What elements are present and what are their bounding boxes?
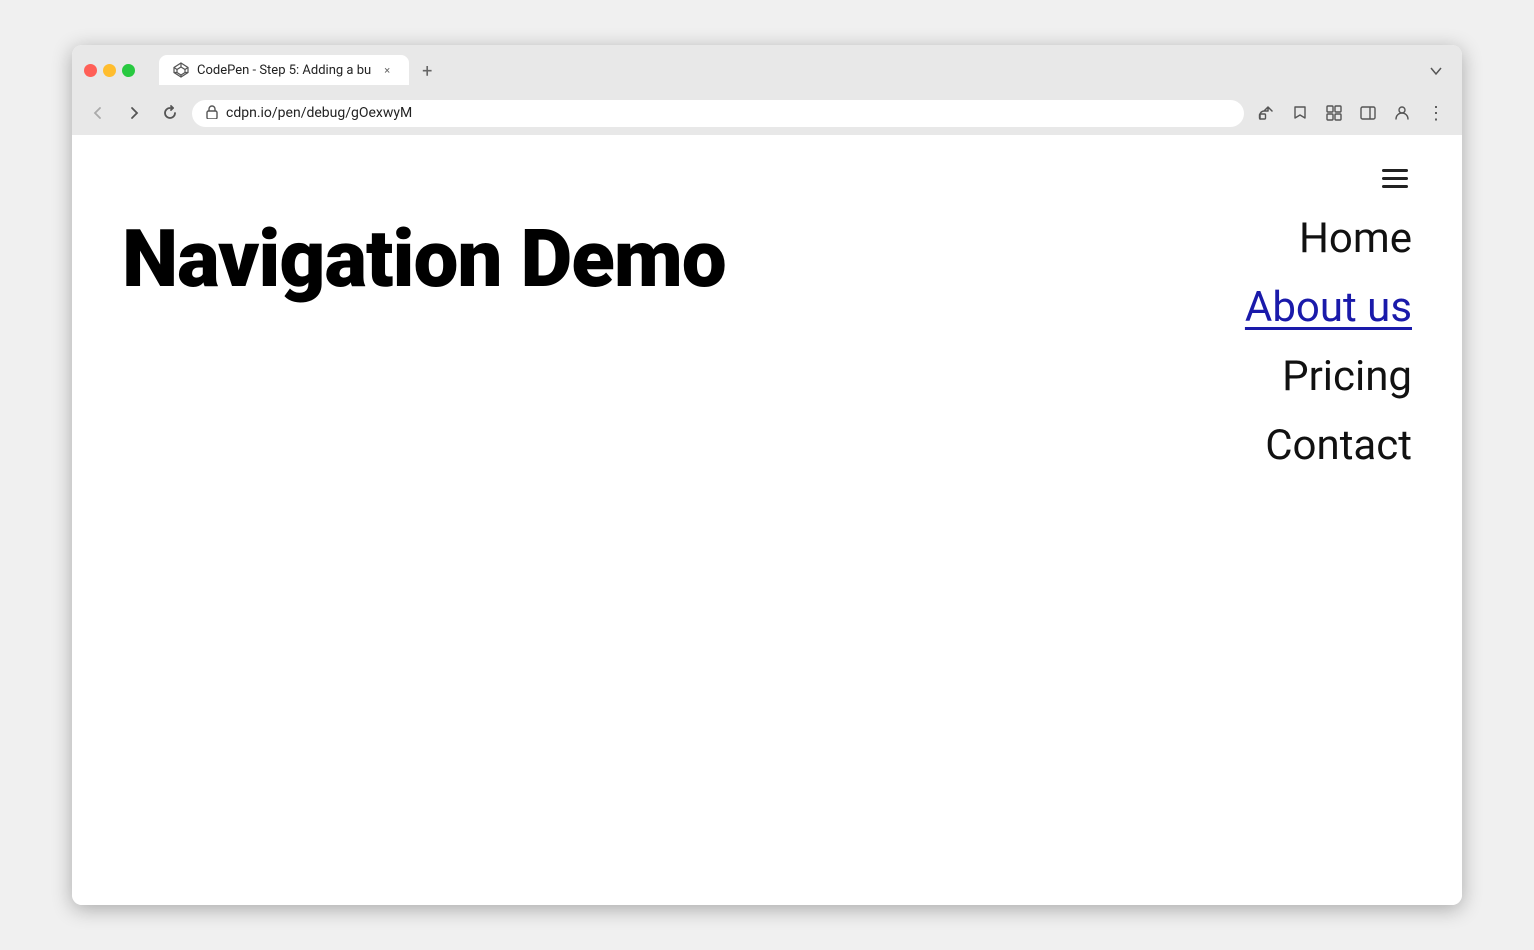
address-bar[interactable]: cdpn.io/pen/debug/gOexwyM (192, 100, 1244, 127)
nav-link-about[interactable]: About us (1245, 273, 1412, 342)
nav-link-home[interactable]: Home (1299, 204, 1412, 273)
tab-close-button[interactable]: × (379, 62, 395, 78)
bookmark-button[interactable] (1286, 99, 1314, 127)
traffic-light-red[interactable] (84, 64, 97, 77)
hamburger-button[interactable] (1378, 165, 1412, 192)
title-bar: CodePen - Step 5: Adding a bu × + (72, 45, 1462, 93)
more-button[interactable]: ⋮ (1422, 99, 1450, 127)
share-button[interactable] (1252, 99, 1280, 127)
back-button[interactable] (84, 99, 112, 127)
hamburger-line-1 (1382, 169, 1408, 172)
page-heading: Navigation Demo (122, 215, 726, 303)
tab-dropdown-button[interactable] (1422, 57, 1450, 85)
title-bar-top: CodePen - Step 5: Adding a bu × + (84, 55, 1450, 93)
nav-link-pricing[interactable]: Pricing (1282, 342, 1412, 411)
traffic-lights (84, 64, 135, 77)
profile-button[interactable] (1388, 99, 1416, 127)
nav-link-contact[interactable]: Contact (1265, 411, 1412, 480)
extensions-button[interactable] (1320, 99, 1348, 127)
refresh-button[interactable] (156, 99, 184, 127)
address-bar-row: cdpn.io/pen/debug/gOexwyM (72, 93, 1462, 135)
tab-title: CodePen - Step 5: Adding a bu (197, 63, 371, 78)
page-content: Navigation Demo Home About us Pricing Co… (72, 135, 1462, 905)
traffic-light-green[interactable] (122, 64, 135, 77)
forward-button[interactable] (120, 99, 148, 127)
address-actions: ⋮ (1252, 99, 1450, 127)
sidebar-button[interactable] (1354, 99, 1382, 127)
browser-tab[interactable]: CodePen - Step 5: Adding a bu × (159, 55, 409, 85)
browser-window: CodePen - Step 5: Adding a bu × + (72, 45, 1462, 905)
lock-icon (206, 105, 218, 122)
address-text: cdpn.io/pen/debug/gOexwyM (226, 105, 1230, 121)
codepen-icon (173, 62, 189, 78)
hamburger-line-3 (1382, 185, 1408, 188)
nav-menu: Home About us Pricing Contact (1245, 165, 1412, 480)
new-tab-button[interactable]: + (413, 57, 441, 85)
traffic-light-yellow[interactable] (103, 64, 116, 77)
tabs-row: CodePen - Step 5: Adding a bu × + (159, 55, 1450, 85)
hamburger-line-2 (1382, 177, 1408, 180)
